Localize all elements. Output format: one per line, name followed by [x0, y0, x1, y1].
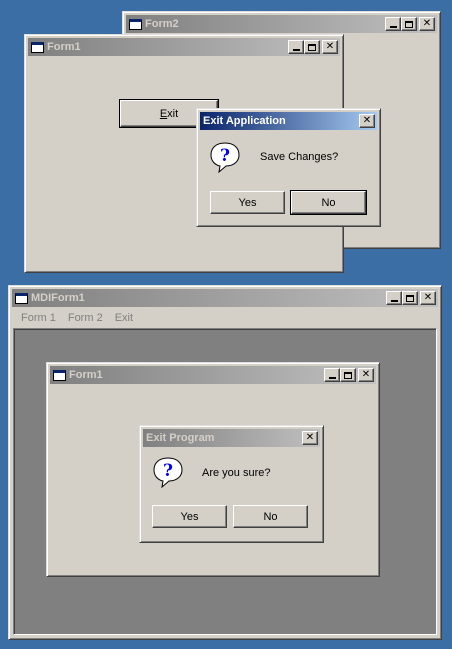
close-button[interactable]: ✕ [322, 40, 338, 54]
minimize-button[interactable] [386, 291, 402, 305]
form1-titlebar[interactable]: Form1 ✕ [28, 38, 340, 56]
exit-program-dialog: Exit Program ✕ ? Are you sure? Yes No [139, 425, 324, 543]
window-icon [15, 292, 28, 304]
question-icon: ? [153, 457, 183, 488]
form2-titlebar[interactable]: Form2 ✕ [126, 15, 437, 33]
minimize-icon [328, 377, 336, 379]
close-icon: ✕ [423, 292, 433, 303]
close-button[interactable]: ✕ [358, 368, 374, 382]
mdiform1-title: MDIForm1 [31, 292, 85, 304]
maximize-button[interactable] [402, 291, 418, 305]
minimize-button[interactable] [385, 17, 401, 31]
question-icon: ? [210, 142, 240, 173]
close-button[interactable]: ✕ [359, 114, 375, 128]
dialog-titlebar[interactable]: Exit Program ✕ [143, 429, 320, 447]
minimize-icon [389, 26, 397, 28]
close-icon: ✕ [325, 41, 335, 52]
exit-mnemonic: E [159, 107, 168, 120]
form2-title: Form2 [145, 18, 179, 30]
close-button[interactable]: ✕ [302, 431, 318, 445]
close-button[interactable]: ✕ [419, 17, 435, 31]
exit-application-dialog: Exit Application ✕ ? Save Changes? Yes N… [196, 108, 381, 227]
svg-text:?: ? [163, 461, 173, 481]
child-form1-title: Form1 [69, 369, 103, 381]
dialog-title: Exit Application [203, 115, 286, 127]
menu-bar: Form 1 Form 2 Exit [13, 309, 437, 327]
dialog-message: Save Changes? [260, 151, 339, 163]
maximize-icon [406, 294, 414, 302]
yes-button[interactable]: Yes [210, 191, 285, 214]
minimize-icon [292, 49, 300, 51]
maximize-icon [308, 43, 316, 51]
window-icon [53, 369, 66, 381]
svg-text:?: ? [220, 146, 230, 166]
minimize-icon [390, 300, 398, 302]
dialog-message: Are you sure? [202, 467, 271, 479]
menu-item-exit[interactable]: Exit [111, 312, 137, 324]
menu-item-form1[interactable]: Form 1 [17, 312, 60, 324]
close-icon: ✕ [362, 115, 372, 126]
close-button[interactable]: ✕ [420, 291, 436, 305]
close-icon: ✕ [305, 432, 315, 443]
menu-item-form2[interactable]: Form 2 [64, 312, 107, 324]
exit-label-rest: xit [167, 107, 179, 120]
window-icon [31, 41, 44, 53]
form1-title: Form1 [47, 41, 81, 53]
no-button[interactable]: No [290, 190, 367, 215]
maximize-icon [344, 371, 352, 379]
maximize-icon [405, 20, 413, 28]
dialog-title: Exit Program [146, 432, 215, 444]
maximize-button[interactable] [401, 17, 417, 31]
mdiform1-titlebar[interactable]: MDIForm1 ✕ [12, 289, 438, 307]
yes-button[interactable]: Yes [152, 505, 227, 528]
mdi-client-area: Form1 ✕ Exit Program ✕ ? Are you sure? Y… [13, 328, 437, 635]
dialog-titlebar[interactable]: Exit Application ✕ [200, 112, 377, 130]
window-icon [129, 18, 142, 30]
minimize-button[interactable] [324, 368, 340, 382]
close-icon: ✕ [361, 369, 371, 380]
child-form1-window: Form1 ✕ Exit Program ✕ ? Are you sure? Y… [46, 362, 380, 577]
no-button[interactable]: No [233, 505, 308, 528]
close-icon: ✕ [422, 18, 432, 29]
mdiform1-window: MDIForm1 ✕ Form 1 Form 2 Exit Form1 ✕ Ex… [8, 285, 442, 640]
minimize-button[interactable] [288, 40, 304, 54]
maximize-button[interactable] [304, 40, 320, 54]
child-form1-titlebar[interactable]: Form1 ✕ [50, 366, 376, 384]
maximize-button[interactable] [340, 368, 356, 382]
